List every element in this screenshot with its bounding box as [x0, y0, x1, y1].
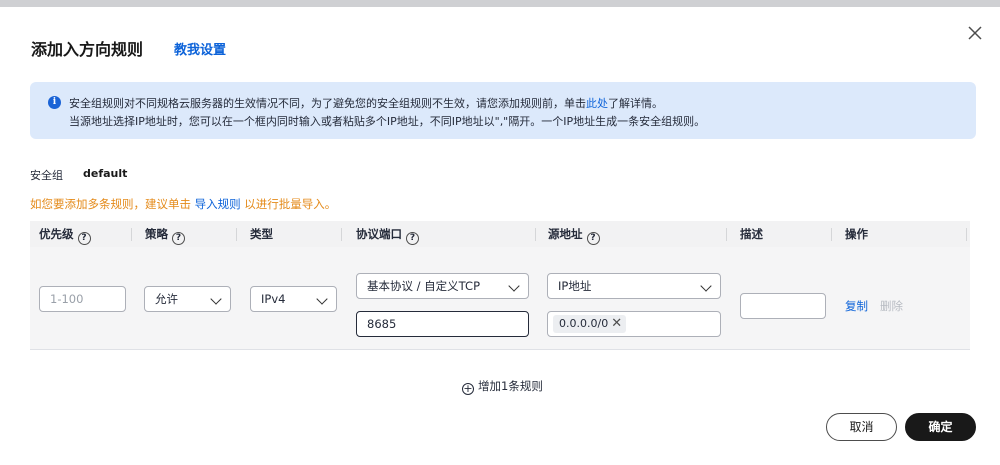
add-rule-button[interactable]: + 增加1条规则 — [462, 378, 543, 395]
column-header-policy: 策略? — [145, 221, 185, 247]
source-address-input[interactable]: 0.0.0.0/0 ✕ — [547, 311, 721, 337]
notice-text: 了解详情。 — [608, 97, 663, 110]
notice-line-1: 安全组规则对不同规格云服务器的生效情况不同，为了避免您的安全组规则不生效，请您添… — [69, 95, 663, 111]
help-icon[interactable]: ? — [586, 232, 600, 245]
source-type-select[interactable]: IP地址 — [547, 273, 721, 299]
backdrop-strip — [0, 0, 1000, 7]
protocol-select[interactable]: 基本协议 / 自定义TCP — [356, 273, 529, 299]
column-divider — [341, 228, 342, 241]
notice-text: 安全组规则对不同规格云服务器的生效情况不同，为了避免您的安全组规则不生效，请您添… — [69, 97, 586, 110]
hint-text: 如您要添加多条规则，建议单击 — [30, 197, 195, 211]
tag-label: 0.0.0.0/0 — [559, 317, 609, 330]
column-header-actions: 操作 — [845, 227, 868, 241]
column-header-description: 描述 — [740, 227, 763, 241]
column-divider — [131, 228, 132, 241]
import-rules-link[interactable]: 导入规则 — [195, 197, 241, 211]
chevron-down-icon — [210, 293, 222, 305]
cancel-button[interactable]: 取消 — [826, 413, 897, 441]
plus-circle-icon: + — [462, 382, 474, 395]
column-divider — [236, 228, 237, 241]
source-type-value: IP地址 — [558, 279, 592, 293]
help-icon[interactable]: ? — [77, 232, 91, 245]
column-header-type: 类型 — [250, 227, 273, 241]
remove-tag-icon[interactable]: ✕ — [611, 315, 622, 333]
type-select[interactable]: IPv4 — [250, 286, 337, 312]
policy-select[interactable]: 允许 — [144, 286, 231, 312]
copy-link[interactable]: 复制 — [845, 298, 868, 314]
table-header: 优先级? 策略? 类型 协议端口? 源地址? 描述 操作 — [30, 221, 970, 247]
close-icon[interactable] — [965, 23, 985, 43]
column-header-source: 源地址? — [548, 221, 600, 247]
chevron-down-icon — [700, 280, 712, 292]
security-group-value: default — [83, 167, 128, 180]
policy-value: 允许 — [155, 292, 178, 306]
info-notice: i 安全组规则对不同规格云服务器的生效情况不同，为了避免您的安全组规则不生效，请… — [30, 82, 976, 139]
help-icon[interactable]: ? — [406, 232, 419, 245]
security-group-label: 安全组 — [30, 169, 63, 182]
details-link[interactable]: 此处 — [586, 97, 608, 110]
table-row: 1-100 允许 IPv4 基本协议 / 自定义TCP 8685 IP地址 0.… — [30, 247, 970, 350]
confirm-button[interactable]: 确定 — [905, 413, 976, 441]
column-divider — [726, 228, 727, 241]
source-address-tag: 0.0.0.0/0 ✕ — [553, 315, 627, 333]
column-divider — [831, 228, 832, 241]
help-link[interactable]: 教我设置 — [174, 39, 226, 58]
add-inbound-rule-dialog: 添加入方向规则 教我设置 i 安全组规则对不同规格云服务器的生效情况不同，为了避… — [0, 7, 1000, 465]
dialog-title: 添加入方向规则 — [31, 40, 144, 59]
column-divider — [535, 228, 536, 241]
priority-input[interactable]: 1-100 — [39, 286, 126, 312]
bulk-import-hint: 如您要添加多条规则，建议单击 导入规则 以进行批量导入。 — [30, 196, 336, 212]
notice-line-2: 当源地址选择IP地址时，您可以在一个框内同时输入或者粘贴多个IP地址，不同IP地… — [69, 115, 706, 128]
type-value: IPv4 — [261, 292, 286, 306]
column-header-protocol-port: 协议端口? — [356, 221, 419, 247]
delete-link: 删除 — [880, 299, 903, 313]
info-icon: i — [48, 96, 61, 109]
chevron-down-icon — [508, 280, 520, 292]
column-header-priority: 优先级? — [39, 221, 91, 247]
hint-text: 以进行批量导入。 — [240, 197, 337, 211]
column-divider — [966, 228, 967, 241]
protocol-value: 基本协议 / 自定义TCP — [367, 279, 481, 293]
description-input[interactable] — [740, 293, 826, 319]
help-icon[interactable]: ? — [172, 232, 185, 245]
add-rule-label: 增加1条规则 — [478, 379, 543, 393]
chevron-down-icon — [316, 293, 328, 305]
port-input[interactable]: 8685 — [356, 311, 529, 337]
